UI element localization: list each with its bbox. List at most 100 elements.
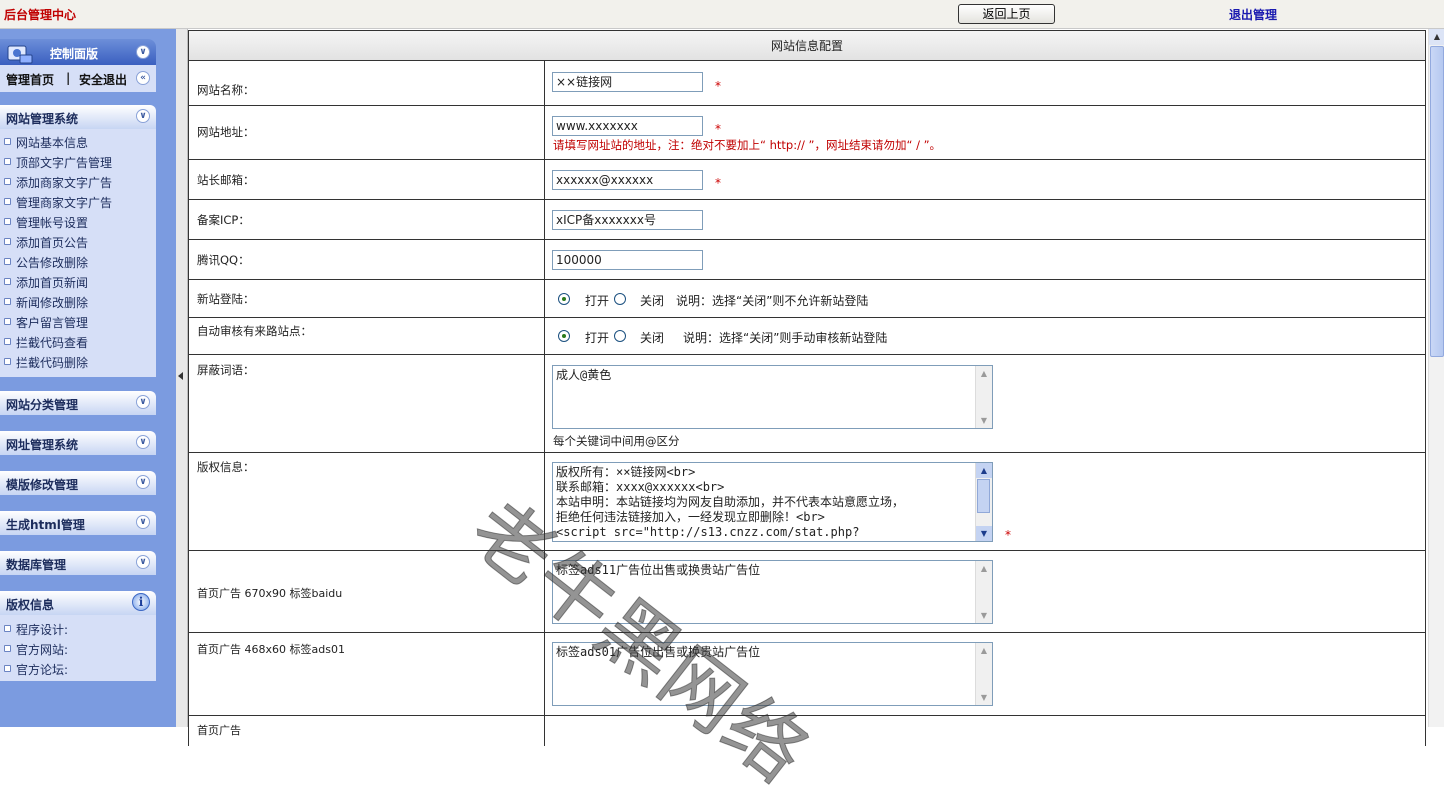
site-name-label: 网站名称： xyxy=(197,83,255,97)
control-panel-body: 管理首页 | 安全退出 « xyxy=(0,65,156,92)
html-section-header[interactable]: 生成html管理 ∨ xyxy=(0,511,156,535)
chevron-down-icon[interactable]: ∨ xyxy=(136,395,150,409)
site-system-header[interactable]: 网站管理系统 ∨ xyxy=(0,105,156,129)
copyright-header: 版权信息 i xyxy=(0,591,156,615)
column-divider xyxy=(544,240,545,279)
row-auto-review: 自动审核有来路站点： 打开 关闭 说明：选择“关闭”则手动审核新站登陆 xyxy=(188,318,1426,355)
sidebar-item-edit-notice[interactable]: 公告修改删除 xyxy=(16,254,88,271)
column-divider xyxy=(544,61,545,105)
textarea-scrollbar[interactable]: ▲ ▼ xyxy=(975,561,992,623)
url-section-header[interactable]: 网址管理系统 ∨ xyxy=(0,431,156,455)
chevron-down-icon[interactable]: ∨ xyxy=(136,515,150,529)
scroll-up-icon[interactable]: ▲ xyxy=(1429,29,1444,45)
sidebar-item-top-text-ads[interactable]: 顶部文字广告管理 xyxy=(16,154,112,171)
radio-on-label: 打开 xyxy=(585,331,610,345)
sidebar-item-view-block-code[interactable]: 拦截代码查看 xyxy=(16,334,88,351)
sidebar-toggle[interactable] xyxy=(176,29,188,727)
site-name-input[interactable]: ××链接网 xyxy=(552,72,703,92)
home-link[interactable]: 管理首页 xyxy=(6,71,54,88)
safe-exit-link[interactable]: 安全退出 xyxy=(79,71,127,88)
row-admin-email: 站长邮箱： xxxxxx@xxxxxx * xyxy=(188,160,1426,200)
sidebar-item-site-info[interactable]: 网站基本信息 xyxy=(16,134,88,151)
textarea-text: 标签ads11广告位出售或换贵站广告位 xyxy=(556,563,761,577)
row-ad-home-468: 首页广告 468x60 标签ads01 标签ads01广告位出售或换贵站广告位 … xyxy=(188,633,1426,716)
sidebar: 控制面版 ∨ 管理首页 | 安全退出 « 网站管理系统 ∨ 网站基本信息 顶部文… xyxy=(0,29,176,727)
textarea-text: 标签ads01广告位出售或换贵站广告位 xyxy=(556,645,761,659)
qq-input[interactable]: 100000 xyxy=(552,250,703,270)
site-url-note: 请填写网址站的地址，注：绝对不要加上“ http:// ”，网址结束请勿加“ /… xyxy=(553,138,942,152)
copyright-info-textarea[interactable]: 版权所有：××链接网<br> 联系邮箱：xxxx@xxxxxx<br> 本站申明… xyxy=(552,462,993,542)
database-section-header[interactable]: 数据库管理 ∨ xyxy=(0,551,156,575)
chevron-down-icon[interactable]: ∨ xyxy=(136,45,150,59)
bullet-icon xyxy=(4,358,11,365)
column-divider xyxy=(544,633,545,715)
sidebar-item-delete-block-code[interactable]: 拦截代码删除 xyxy=(16,354,88,371)
chevron-down-icon[interactable]: ∨ xyxy=(136,555,150,569)
bullet-icon xyxy=(4,178,11,185)
bullet-icon xyxy=(4,238,11,245)
section-title: 网站分类管理 xyxy=(6,398,79,412)
ad-home-670-label: 首页广告 670x90 标签baidu xyxy=(197,587,343,600)
bullet-icon xyxy=(4,278,11,285)
new-site-login-label: 新站登陆： xyxy=(197,292,255,306)
sidebar-item-account-settings[interactable]: 管理帐号设置 xyxy=(16,214,88,231)
admin-email-label: 站长邮箱： xyxy=(197,173,255,187)
row-ad-home-670: 首页广告 670x90 标签baidu 标签ads11广告位出售或换贵站广告位 … xyxy=(188,551,1426,633)
required-mark: * xyxy=(715,176,721,190)
form-title: 网站信息配置 xyxy=(188,30,1426,61)
ad-home-670-textarea[interactable]: 标签ads11广告位出售或换贵站广告位 ▲ ▼ xyxy=(552,560,993,624)
bullet-icon xyxy=(4,625,11,632)
row-site-url: 网站地址： www.xxxxxxx * 请填写网址站的地址，注：绝对不要加上“ … xyxy=(188,106,1426,160)
required-mark: * xyxy=(715,122,721,136)
sidebar-item-guestbook[interactable]: 客户留言管理 xyxy=(16,314,88,331)
icp-input[interactable]: xICP备xxxxxxx号 xyxy=(552,210,703,230)
required-mark: * xyxy=(715,79,721,93)
scroll-thumb[interactable] xyxy=(1430,46,1444,357)
bullet-icon xyxy=(4,298,11,305)
sidebar-item-edit-news[interactable]: 新闻修改删除 xyxy=(16,294,88,311)
textarea-scrollbar[interactable]: ▲ ▼ xyxy=(975,366,992,428)
chevron-up-icon[interactable]: ∨ xyxy=(136,109,150,123)
site-url-input[interactable]: www.xxxxxxx xyxy=(552,116,703,136)
row-new-site-login: 新站登陆： 打开 关闭 说明：选择“关闭”则不允许新站登陆 xyxy=(188,280,1426,318)
chevron-down-icon[interactable]: ∨ xyxy=(136,475,150,489)
new-site-login-off-radio[interactable] xyxy=(614,293,626,305)
auto-review-on-radio[interactable] xyxy=(558,330,570,342)
ad-home-468-textarea[interactable]: 标签ads01广告位出售或换贵站广告位 ▲ ▼ xyxy=(552,642,993,706)
row-copyright-info: 版权信息： 版权所有：××链接网<br> 联系邮箱：xxxx@xxxxxx<br… xyxy=(188,453,1426,551)
template-section-header[interactable]: 模版修改管理 ∨ xyxy=(0,471,156,495)
auto-review-label: 自动审核有来路站点： xyxy=(197,324,312,338)
new-site-login-on-radio[interactable] xyxy=(558,293,570,305)
auto-review-off-radio[interactable] xyxy=(614,330,626,342)
page-scrollbar[interactable]: ▲ xyxy=(1428,29,1444,727)
site-config-form: 网站信息配置 网站名称： ××链接网 * 网站地址： www.xxxxxxx *… xyxy=(188,30,1426,746)
sidebar-item-manage-merchant-ads[interactable]: 管理商家文字广告 xyxy=(16,194,112,211)
bullet-icon xyxy=(4,138,11,145)
textarea-scrollbar[interactable]: ▲ ▼ xyxy=(975,643,992,705)
chevron-down-icon[interactable]: ∨ xyxy=(136,435,150,449)
back-button[interactable]: 返回上页 xyxy=(958,4,1055,24)
section-title: 数据库管理 xyxy=(6,558,67,572)
collapse-left-icon[interactable]: « xyxy=(136,71,150,85)
info-icon: i xyxy=(132,593,150,611)
textarea-scrollbar[interactable]: ▲ ▼ xyxy=(975,463,992,541)
copyright-body: 程序设计: 官方网站: 官方论坛: xyxy=(0,615,156,681)
bullet-icon xyxy=(4,318,11,325)
section-title: 网址管理系统 xyxy=(6,438,79,452)
ad-home-468-label: 首页广告 468x60 标签ads01 xyxy=(197,643,345,656)
category-section-header[interactable]: 网站分类管理 ∨ xyxy=(0,391,156,415)
logout-link[interactable]: 退出管理 xyxy=(1229,6,1277,23)
blocked-words-textarea[interactable]: 成人@黄色 ▲ ▼ xyxy=(552,365,993,429)
arrow-left-icon[interactable] xyxy=(178,372,183,380)
sidebar-item-add-merchant-ads[interactable]: 添加商家文字广告 xyxy=(16,174,112,191)
control-panel-header[interactable]: 控制面版 ∨ xyxy=(0,39,156,65)
admin-email-input[interactable]: xxxxxx@xxxxxx xyxy=(552,170,703,190)
bullet-icon xyxy=(4,338,11,345)
bullet-icon xyxy=(4,218,11,225)
textarea-text: 版权所有：××链接网<br> 联系邮箱：xxxx@xxxxxx<br> 本站申明… xyxy=(556,465,905,539)
link-separator: | xyxy=(66,71,71,85)
bullet-icon xyxy=(4,258,11,265)
new-site-login-note: 说明：选择“关闭”则不允许新站登陆 xyxy=(676,294,869,308)
sidebar-item-add-news[interactable]: 添加首页新闻 xyxy=(16,274,88,291)
sidebar-item-add-notice[interactable]: 添加首页公告 xyxy=(16,234,88,251)
